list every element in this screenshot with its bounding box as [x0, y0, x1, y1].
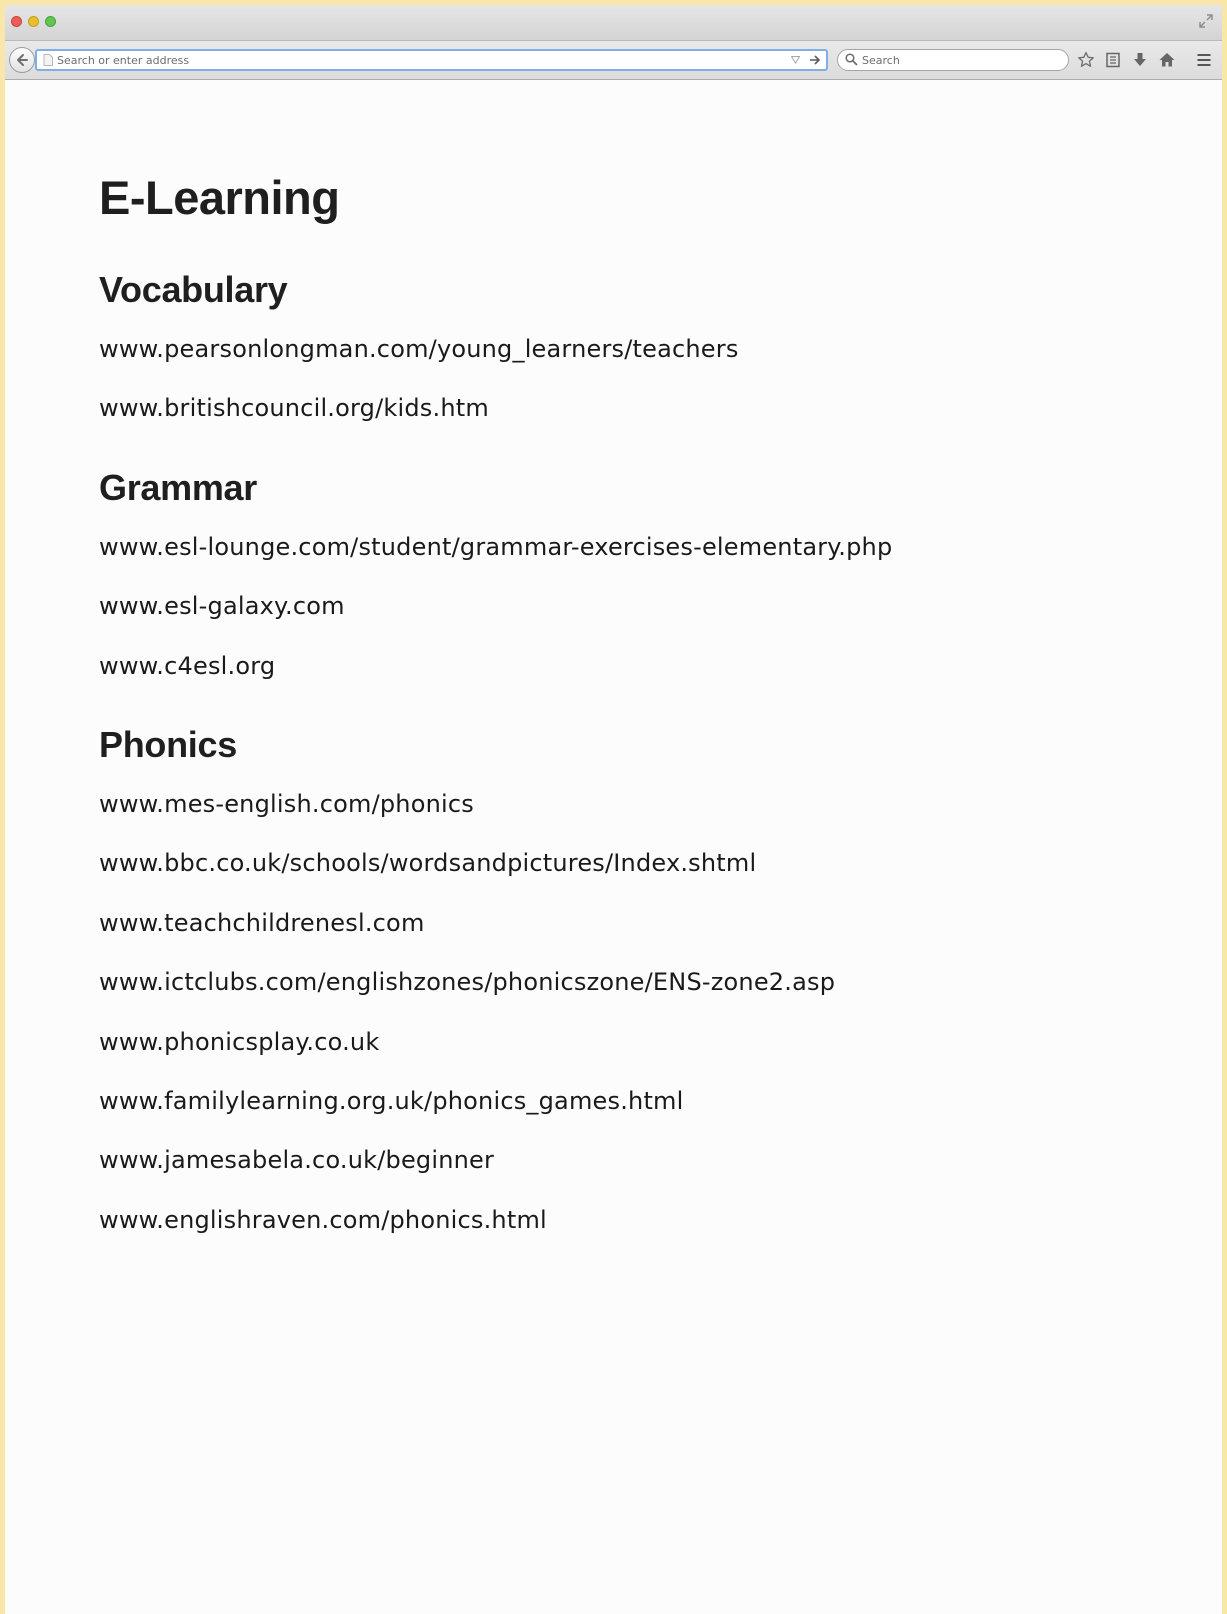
link-item[interactable]: www.mes-english.com/phonics — [99, 788, 474, 820]
page-title: E-Learning — [99, 171, 340, 224]
menu-icon[interactable] — [1195, 51, 1213, 69]
link-item[interactable]: www.englishraven.com/phonics.html — [99, 1204, 547, 1236]
search-input[interactable] — [862, 51, 1062, 69]
go-arrow-icon[interactable] — [809, 54, 821, 66]
search-icon — [845, 53, 858, 66]
history-dropdown-icon[interactable] — [791, 56, 800, 64]
zoom-window-button[interactable] — [45, 16, 56, 27]
section-heading-grammar: Grammar — [99, 467, 257, 508]
search-bar[interactable] — [837, 49, 1069, 71]
section-heading-phonics: Phonics — [99, 724, 237, 765]
download-icon[interactable] — [1131, 51, 1149, 69]
fullscreen-icon[interactable] — [1198, 13, 1214, 29]
link-item[interactable]: www.familylearning.org.uk/phonics_games.… — [99, 1085, 684, 1117]
link-item[interactable]: www.jamesabela.co.uk/beginner — [99, 1144, 494, 1176]
browser-window: E-Learning Vocabulary www.pearsonlongman… — [5, 5, 1222, 1614]
link-item[interactable]: www.pearsonlongman.com/young_learners/te… — [99, 333, 739, 365]
link-item[interactable]: www.c4esl.org — [99, 650, 275, 682]
link-item[interactable]: www.phonicsplay.co.uk — [99, 1026, 379, 1058]
page-content: E-Learning Vocabulary www.pearsonlongman… — [5, 80, 1222, 1614]
title-bar — [5, 5, 1222, 41]
home-icon[interactable] — [1158, 51, 1176, 69]
back-icon — [17, 54, 28, 66]
link-item[interactable]: www.esl-galaxy.com — [99, 590, 345, 622]
link-item[interactable]: www.britishcouncil.org/kids.htm — [99, 392, 489, 424]
star-icon[interactable] — [1077, 51, 1095, 69]
back-button[interactable] — [9, 47, 35, 73]
link-item[interactable]: www.bbc.co.uk/schools/wordsandpictures/I… — [99, 847, 756, 879]
reading-list-icon[interactable] — [1104, 51, 1122, 69]
address-bar[interactable] — [35, 49, 828, 71]
section-heading-vocabulary: Vocabulary — [99, 269, 288, 310]
link-item[interactable]: www.ictclubs.com/englishzones/phonicszon… — [99, 966, 835, 998]
link-item[interactable]: www.esl-lounge.com/student/grammar-exerc… — [99, 531, 892, 563]
navigation-toolbar — [5, 41, 1222, 80]
minimize-window-button[interactable] — [28, 16, 39, 27]
link-item[interactable]: www.teachchildrenesl.com — [99, 907, 425, 939]
page-icon — [43, 54, 53, 66]
close-window-button[interactable] — [11, 16, 22, 27]
address-input[interactable] — [57, 51, 747, 69]
